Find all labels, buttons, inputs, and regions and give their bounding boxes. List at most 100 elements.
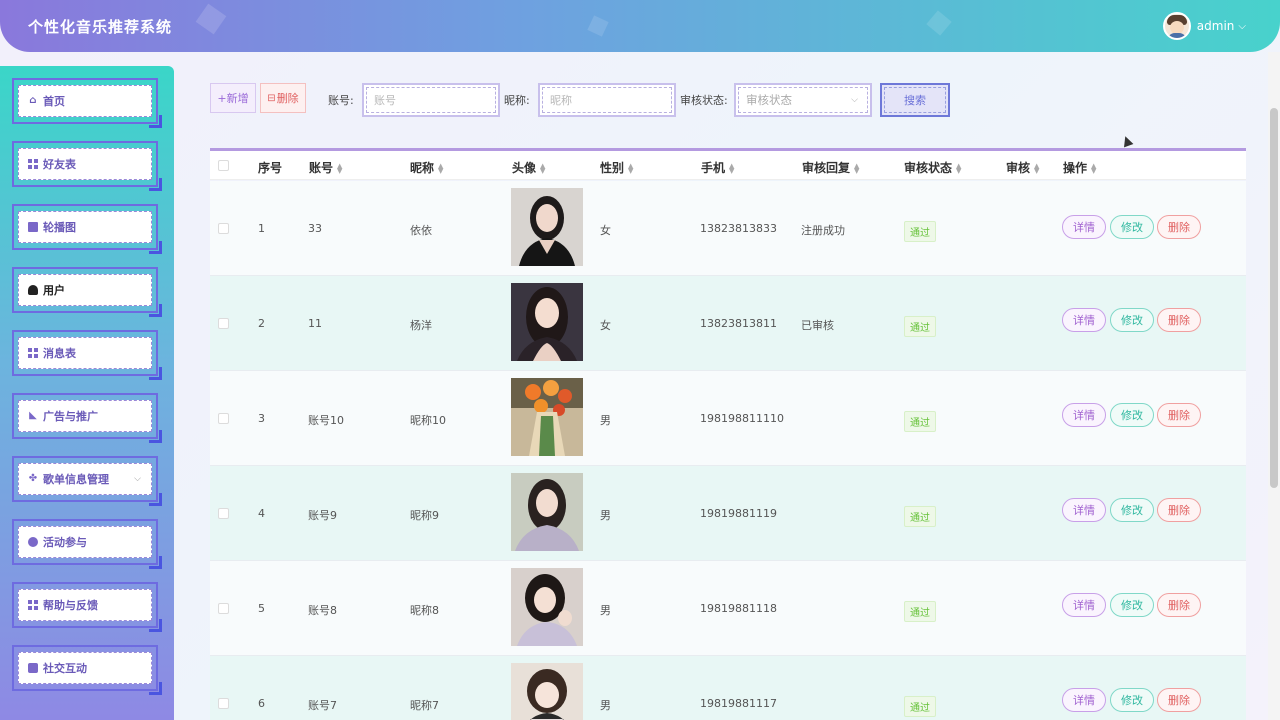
account-label: 账号: bbox=[328, 94, 354, 107]
sort-icon: ▲ ▼ bbox=[540, 161, 546, 175]
edit-button[interactable]: 修改 bbox=[1110, 593, 1154, 617]
status-select[interactable]: 审核状态 ⌵ bbox=[734, 83, 872, 117]
col-avatar[interactable]: 头像 ▲ ▼ bbox=[512, 159, 545, 176]
nickname-field[interactable] bbox=[550, 93, 671, 107]
scrollbar-thumb[interactable] bbox=[1270, 108, 1278, 488]
sort-icon: ▲ ▼ bbox=[956, 161, 962, 175]
chevron-down-icon: ⌵ bbox=[134, 474, 141, 484]
sidebar-item-carousel[interactable]: 轮播图 bbox=[12, 204, 162, 254]
avatar bbox=[1162, 12, 1191, 40]
chevron-down-icon: ⌵ bbox=[1238, 20, 1246, 32]
delete-row-button[interactable]: 删除 bbox=[1157, 403, 1201, 427]
delete-row-button[interactable]: 删除 bbox=[1157, 688, 1201, 712]
cell-gender: 男 bbox=[600, 699, 611, 712]
avatar-photo[interactable] bbox=[511, 473, 583, 551]
sort-icon: ▲ ▼ bbox=[1034, 161, 1040, 175]
user-icon bbox=[28, 285, 38, 295]
table-row: 5 账号8 昵称8 男 19819881118 通过 详情 修改 删除 bbox=[210, 561, 1246, 656]
row-checkbox[interactable] bbox=[218, 318, 229, 329]
delete-row-button[interactable]: 删除 bbox=[1157, 215, 1201, 239]
row-checkbox[interactable] bbox=[218, 508, 229, 519]
delete-button[interactable]: ⊟ 删除 bbox=[260, 83, 306, 113]
edit-button[interactable]: 修改 bbox=[1110, 308, 1154, 332]
account-input[interactable] bbox=[362, 83, 500, 117]
account-field[interactable] bbox=[374, 93, 495, 107]
mouse-cursor-icon bbox=[1120, 134, 1134, 148]
cell-phone: 19819881119 bbox=[700, 507, 777, 520]
cell-gender: 男 bbox=[600, 414, 611, 427]
chevron-down-icon: ⌵ bbox=[851, 95, 858, 105]
nickname-input[interactable] bbox=[538, 83, 676, 117]
sidebar-item-label: 用户 bbox=[43, 284, 65, 297]
row-checkbox[interactable] bbox=[218, 413, 229, 424]
top-header: 个性化音乐推荐系统 admin ⌵ bbox=[0, 0, 1280, 52]
sidebar-item-home[interactable]: ⌂ 首页 bbox=[12, 78, 162, 128]
sidebar-item-social[interactable]: 社交互动 bbox=[12, 645, 162, 695]
avatar-photo[interactable] bbox=[511, 378, 583, 456]
sidebar-item-playlists[interactable]: ✤ 歌单信息管理 ⌵ bbox=[12, 456, 162, 506]
detail-button[interactable]: 详情 bbox=[1062, 688, 1106, 712]
cell-no: 1 bbox=[258, 222, 265, 235]
col-phone[interactable]: 手机 ▲ ▼ bbox=[701, 159, 734, 176]
sidebar-item-label: 帮助与反馈 bbox=[43, 599, 98, 612]
avatar-photo[interactable] bbox=[511, 663, 583, 720]
cell-nickname: 昵称8 bbox=[410, 604, 439, 617]
sidebar: ⌂ 首页 好友表 轮播图 用户 消息表 ◣ 广告与推广 ✤ 歌单信息管理 ⌵ 活动参与 … bbox=[0, 66, 174, 720]
header-decoration bbox=[195, 3, 227, 35]
cell-phone: 198198811110 bbox=[700, 412, 784, 425]
select-all-checkbox[interactable] bbox=[218, 160, 229, 171]
status-badge: 通过 bbox=[904, 506, 936, 527]
status-badge: 通过 bbox=[904, 696, 936, 717]
cell-phone: 13823813833 bbox=[700, 222, 777, 235]
detail-button[interactable]: 详情 bbox=[1062, 593, 1106, 617]
avatar-photo[interactable] bbox=[511, 568, 583, 646]
detail-button[interactable]: 详情 bbox=[1062, 403, 1106, 427]
carousel-icon bbox=[28, 222, 38, 232]
edit-button[interactable]: 修改 bbox=[1110, 688, 1154, 712]
sidebar-item-label: 活动参与 bbox=[43, 536, 87, 549]
delete-row-button[interactable]: 删除 bbox=[1157, 593, 1201, 617]
row-checkbox[interactable] bbox=[218, 223, 229, 234]
sidebar-item-messages[interactable]: 消息表 bbox=[12, 330, 162, 380]
detail-button[interactable]: 详情 bbox=[1062, 308, 1106, 332]
status-badge: 通过 bbox=[904, 601, 936, 622]
add-button[interactable]: +新增 bbox=[210, 83, 256, 113]
edit-button[interactable]: 修改 bbox=[1110, 403, 1154, 427]
status-badge: 通过 bbox=[904, 411, 936, 432]
sidebar-item-label: 首页 bbox=[43, 95, 65, 108]
apps-icon: ✤ bbox=[28, 473, 38, 484]
user-menu[interactable]: admin ⌵ bbox=[1162, 12, 1246, 40]
sidebar-item-users[interactable]: 用户 bbox=[12, 267, 162, 317]
col-review[interactable]: 审核 ▲ ▼ bbox=[1006, 159, 1039, 176]
status-badge: 通过 bbox=[904, 221, 936, 242]
col-actions[interactable]: 操作 ▲ ▼ bbox=[1063, 159, 1096, 176]
cell-phone: 19819881118 bbox=[700, 602, 777, 615]
edit-button[interactable]: 修改 bbox=[1110, 498, 1154, 522]
col-gender[interactable]: 性别 ▲ ▼ bbox=[600, 159, 633, 176]
col-nickname[interactable]: 昵称 ▲ ▼ bbox=[410, 159, 443, 176]
row-checkbox[interactable] bbox=[218, 698, 229, 709]
trash-icon: ⊟ bbox=[267, 92, 276, 104]
avatar-photo[interactable] bbox=[511, 188, 583, 266]
detail-button[interactable]: 详情 bbox=[1062, 215, 1106, 239]
col-account[interactable]: 账号 ▲ ▼ bbox=[309, 159, 342, 176]
page-scrollbar[interactable] bbox=[1268, 52, 1280, 720]
cell-gender: 女 bbox=[600, 319, 611, 332]
delete-row-button[interactable]: 删除 bbox=[1157, 498, 1201, 522]
table-row: 4 账号9 昵称9 男 19819881119 通过 详情 修改 删除 bbox=[210, 466, 1246, 561]
delete-row-button[interactable]: 删除 bbox=[1157, 308, 1201, 332]
sidebar-item-friends[interactable]: 好友表 bbox=[12, 141, 162, 191]
detail-button[interactable]: 详情 bbox=[1062, 498, 1106, 522]
col-no[interactable]: 序号 bbox=[258, 159, 282, 176]
sidebar-item-ads[interactable]: ◣ 广告与推广 bbox=[12, 393, 162, 443]
edit-button[interactable]: 修改 bbox=[1110, 215, 1154, 239]
status-select-value: 审核状态 bbox=[738, 87, 868, 113]
col-reply[interactable]: 审核回复 ▲ ▼ bbox=[802, 159, 859, 176]
avatar-photo[interactable] bbox=[511, 283, 583, 361]
sidebar-item-help[interactable]: 帮助与反馈 bbox=[12, 582, 162, 632]
search-button[interactable]: 搜索 bbox=[880, 83, 950, 117]
row-checkbox[interactable] bbox=[218, 603, 229, 614]
sidebar-item-activities[interactable]: 活动参与 bbox=[12, 519, 162, 569]
cell-no: 4 bbox=[258, 507, 265, 520]
col-status[interactable]: 审核状态 ▲ ▼ bbox=[904, 159, 961, 176]
